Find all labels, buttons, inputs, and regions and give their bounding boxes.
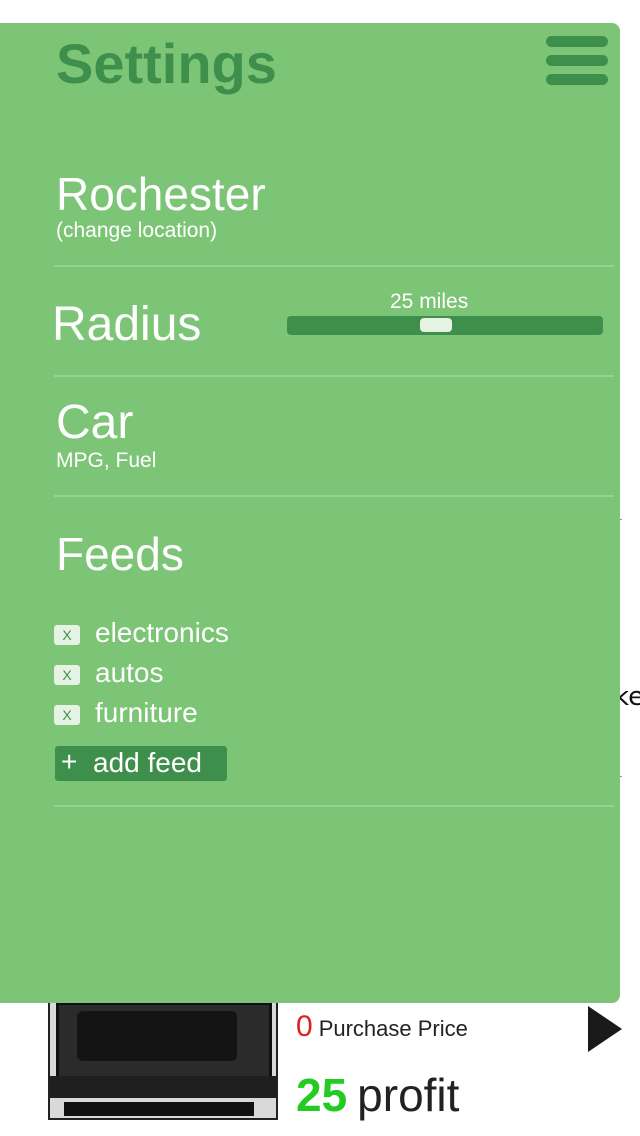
settings-title: Settings <box>56 32 277 95</box>
profit-label: profit <box>357 1069 460 1121</box>
feed-name: electronics <box>95 617 229 648</box>
settings-panel: Settings Rochester (change location) Rad… <box>0 23 620 1003</box>
add-feed-label: add feed <box>93 747 202 778</box>
play-icon[interactable] <box>588 1006 622 1052</box>
feeds-label: Feeds <box>56 528 184 580</box>
change-location-link[interactable]: (change location) <box>56 219 217 243</box>
listing-item[interactable]: 0 Purchase Price 25 profit <box>0 990 640 1136</box>
profit: 25 profit <box>296 1068 459 1122</box>
car-label: Car <box>56 396 134 449</box>
purchase-price-value: 0 <box>296 1010 313 1043</box>
location-name: Rochester <box>56 168 266 220</box>
remove-feed-button[interactable]: X <box>54 625 80 645</box>
plus-icon: + <box>61 746 78 777</box>
purchase-price-label: Purchase Price <box>318 1016 468 1041</box>
purchase-price: 0 Purchase Price <box>296 1010 468 1044</box>
hamburger-menu-icon[interactable] <box>546 36 608 86</box>
radius-slider-thumb[interactable] <box>420 318 452 332</box>
remove-feed-button[interactable]: X <box>54 665 80 685</box>
divider <box>54 265 614 267</box>
divider <box>54 495 614 497</box>
remove-feed-button[interactable]: X <box>54 705 80 725</box>
add-feed-button[interactable]: + add feed <box>55 746 227 781</box>
listing-thumbnail <box>48 1000 278 1120</box>
divider <box>54 805 614 807</box>
profit-value: 25 <box>296 1069 348 1121</box>
radius-value: 25 miles <box>390 290 469 313</box>
feed-name: furniture <box>95 697 198 728</box>
divider <box>54 375 614 377</box>
feed-name: autos <box>95 657 164 688</box>
radius-label: Radius <box>52 298 202 351</box>
car-sub-label: MPG, Fuel <box>56 449 157 472</box>
radius-slider[interactable] <box>287 316 603 335</box>
